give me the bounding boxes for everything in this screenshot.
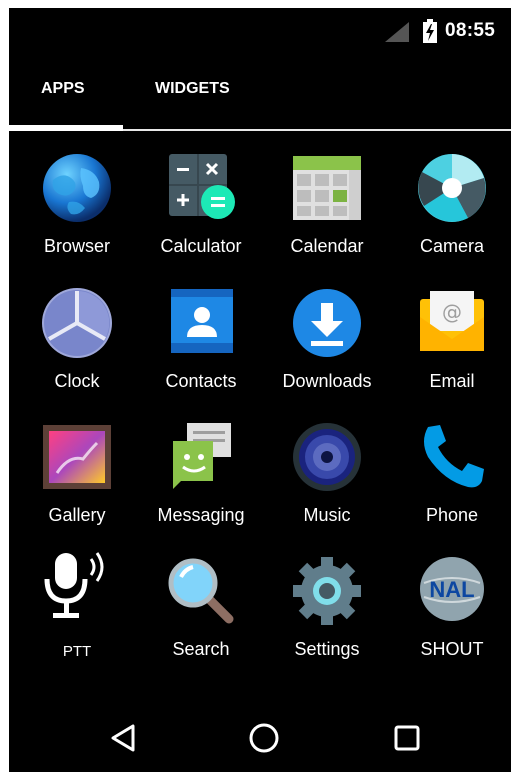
- app-label: Gallery: [48, 505, 106, 525]
- microphone-icon: [39, 552, 115, 629]
- calculator-icon: [163, 150, 239, 226]
- contacts-icon: [163, 285, 239, 361]
- app-messaging[interactable]: Messaging: [139, 419, 263, 539]
- svg-text:@: @: [442, 300, 462, 324]
- app-label: Camera: [419, 236, 485, 256]
- gallery-icon: [39, 419, 115, 495]
- tab-selected-indicator: [9, 125, 123, 131]
- app-calendar[interactable]: Calendar: [265, 150, 389, 270]
- camera-aperture-icon: [414, 150, 490, 226]
- back-icon[interactable]: [105, 718, 145, 758]
- phone-icon: [414, 419, 490, 495]
- app-settings[interactable]: Settings: [265, 553, 389, 673]
- tab-apps[interactable]: APPS: [41, 80, 85, 98]
- app-label: Search: [172, 639, 230, 659]
- envelope-icon: @: [414, 285, 490, 361]
- magnifier-icon: [163, 553, 239, 629]
- app-phone[interactable]: Phone: [390, 419, 511, 539]
- app-music[interactable]: Music: [265, 419, 389, 539]
- app-label: PTT: [62, 643, 92, 660]
- messaging-icon: [163, 419, 239, 495]
- app-browser[interactable]: Browser: [15, 150, 139, 270]
- app-label: Settings: [294, 639, 360, 659]
- app-drawer-screen: 08:55 APPS WIDGETS Browser Calculator Ca…: [9, 8, 511, 772]
- app-label: SHOUT: [420, 639, 484, 659]
- app-calculator[interactable]: Calculator: [139, 150, 263, 270]
- tab-widgets[interactable]: WIDGETS: [155, 80, 230, 98]
- app-downloads[interactable]: Downloads: [265, 285, 389, 405]
- app-label: Messaging: [157, 505, 245, 525]
- status-time: 08:55: [445, 20, 496, 41]
- app-shout[interactable]: NAL SHOUT: [390, 553, 511, 673]
- app-clock[interactable]: Clock: [15, 285, 139, 405]
- gear-icon: [289, 553, 365, 629]
- app-label: Phone: [425, 505, 479, 525]
- app-email[interactable]: @ Email: [390, 285, 511, 405]
- app-label: Email: [429, 371, 475, 391]
- home-icon[interactable]: [244, 718, 284, 758]
- app-gallery[interactable]: Gallery: [15, 419, 139, 539]
- speaker-icon: [289, 419, 365, 495]
- app-contacts[interactable]: Contacts: [139, 285, 263, 405]
- calendar-icon: [289, 150, 365, 226]
- app-label: Contacts: [165, 371, 237, 391]
- battery-charging-icon: [423, 19, 437, 48]
- globe-icon: [39, 150, 115, 226]
- clock-icon: [39, 285, 115, 361]
- recents-icon[interactable]: [387, 718, 427, 758]
- app-label: Downloads: [282, 371, 372, 391]
- app-label: Calculator: [160, 236, 242, 256]
- app-label: Browser: [43, 236, 110, 256]
- status-bar: 08:55: [9, 8, 511, 52]
- shout-logo-text: NAL: [429, 577, 474, 602]
- download-icon: [289, 285, 365, 361]
- signal-icon: [385, 22, 409, 47]
- navigation-bar: [9, 704, 511, 772]
- app-label: Music: [303, 505, 351, 525]
- shout-nal-icon: NAL: [414, 553, 490, 629]
- app-label: Calendar: [290, 236, 364, 256]
- app-camera[interactable]: Camera: [390, 150, 511, 270]
- app-label: Clock: [54, 371, 100, 391]
- app-ptt[interactable]: PTT: [15, 552, 139, 673]
- app-search[interactable]: Search: [139, 553, 263, 673]
